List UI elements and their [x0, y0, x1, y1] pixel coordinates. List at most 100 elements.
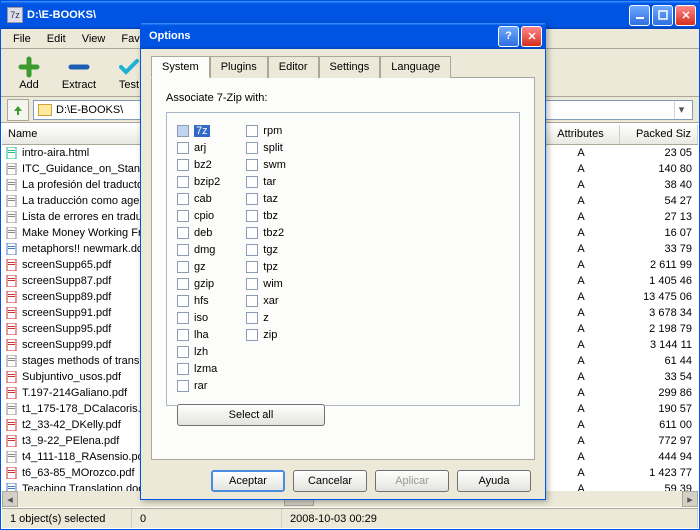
ext-item-zip[interactable]: zip — [246, 327, 286, 343]
ext-item-tgz[interactable]: tgz — [246, 242, 286, 258]
menu-view[interactable]: View — [74, 31, 114, 47]
menu-edit[interactable]: Edit — [39, 31, 74, 47]
statusbar: 1 object(s) selected 0 2008-10-03 00:29 — [2, 508, 698, 528]
ext-item-lha[interactable]: lha — [177, 327, 220, 343]
close-button[interactable] — [675, 5, 696, 26]
help-button[interactable]: Ayuda — [457, 470, 531, 492]
col-attributes[interactable]: Attributes — [542, 125, 620, 144]
checkbox[interactable] — [246, 278, 258, 290]
checkbox[interactable] — [177, 210, 189, 222]
ext-item-swm[interactable]: swm — [246, 157, 286, 173]
tab-settings[interactable]: Settings — [319, 56, 381, 78]
checkbox[interactable] — [177, 159, 189, 171]
checkbox[interactable] — [177, 363, 189, 375]
ext-item-lzma[interactable]: lzma — [177, 361, 220, 377]
checkbox[interactable] — [246, 227, 258, 239]
cancel-button[interactable]: Cancelar — [293, 470, 367, 492]
ext-item-7z[interactable]: 7z — [177, 123, 220, 139]
scroll-right-icon[interactable]: ▸ — [682, 491, 698, 507]
path-dropdown-icon[interactable]: ▾ — [674, 101, 688, 119]
file-packed: 2 611 99 — [620, 259, 698, 271]
ext-item-dmg[interactable]: dmg — [177, 242, 220, 258]
ext-item-split[interactable]: split — [246, 140, 286, 156]
checkbox[interactable] — [246, 142, 258, 154]
ext-item-hfs[interactable]: hfs — [177, 293, 220, 309]
ext-item-gz[interactable]: gz — [177, 259, 220, 275]
ext-item-cpio[interactable]: cpio — [177, 208, 220, 224]
ext-item-rpm[interactable]: rpm — [246, 123, 286, 139]
checkbox[interactable] — [246, 312, 258, 324]
checkbox[interactable] — [177, 244, 189, 256]
tab-editor[interactable]: Editor — [268, 56, 319, 78]
ext-item-bz2[interactable]: bz2 — [177, 157, 220, 173]
apply-button[interactable]: Aplicar — [375, 470, 449, 492]
file-attr: A — [542, 211, 620, 223]
checkbox[interactable] — [246, 159, 258, 171]
checkbox[interactable] — [177, 329, 189, 341]
file-attr: A — [542, 259, 620, 271]
dialog-help-button[interactable]: ? — [498, 26, 519, 47]
checkbox[interactable] — [246, 125, 258, 137]
ext-item-cab[interactable]: cab — [177, 191, 220, 207]
checkbox[interactable] — [177, 346, 189, 358]
ext-item-tbz[interactable]: tbz — [246, 208, 286, 224]
tab-language[interactable]: Language — [380, 56, 451, 78]
col-packed-size[interactable]: Packed Siz — [620, 125, 698, 144]
ext-item-tbz2[interactable]: tbz2 — [246, 225, 286, 241]
select-all-button[interactable]: Select all — [177, 404, 325, 426]
file-name: T.197-214Galiano.pdf — [22, 387, 127, 399]
checkbox[interactable] — [177, 125, 189, 137]
checkbox[interactable] — [177, 227, 189, 239]
checkbox[interactable] — [246, 329, 258, 341]
ext-item-taz[interactable]: taz — [246, 191, 286, 207]
checkbox[interactable] — [177, 193, 189, 205]
dialog-close-button[interactable] — [521, 26, 542, 47]
file-icon — [5, 243, 19, 255]
ext-item-xar[interactable]: xar — [246, 293, 286, 309]
maximize-button[interactable] — [652, 5, 673, 26]
ext-item-arj[interactable]: arj — [177, 140, 220, 156]
tab-plugins[interactable]: Plugins — [210, 56, 268, 78]
checkbox[interactable] — [177, 312, 189, 324]
checkbox[interactable] — [246, 295, 258, 307]
ext-label: z — [263, 312, 269, 324]
file-icon — [5, 323, 19, 335]
checkbox[interactable] — [246, 210, 258, 222]
associate-label: Associate 7-Zip with: — [166, 92, 520, 104]
checkbox[interactable] — [177, 261, 189, 273]
checkbox[interactable] — [246, 176, 258, 188]
file-icon — [5, 387, 19, 399]
extract-button[interactable]: Extract — [57, 53, 101, 93]
file-name: screenSupp87.pdf — [22, 275, 111, 287]
checkbox[interactable] — [246, 244, 258, 256]
ext-item-deb[interactable]: deb — [177, 225, 220, 241]
ext-item-lzh[interactable]: lzh — [177, 344, 220, 360]
checkbox[interactable] — [177, 278, 189, 290]
ext-item-gzip[interactable]: gzip — [177, 276, 220, 292]
scroll-left-icon[interactable]: ◂ — [2, 491, 18, 507]
minimize-button[interactable] — [629, 5, 650, 26]
up-button[interactable] — [7, 99, 29, 121]
checkbox[interactable] — [177, 295, 189, 307]
ext-label: swm — [263, 159, 286, 171]
checkbox[interactable] — [246, 261, 258, 273]
file-icon — [5, 435, 19, 447]
checkbox[interactable] — [177, 380, 189, 392]
ext-item-bzip2[interactable]: bzip2 — [177, 174, 220, 190]
ok-button[interactable]: Aceptar — [211, 470, 285, 492]
ext-item-tpz[interactable]: tpz — [246, 259, 286, 275]
checkbox[interactable] — [177, 176, 189, 188]
ext-item-wim[interactable]: wim — [246, 276, 286, 292]
ext-item-z[interactable]: z — [246, 310, 286, 326]
file-icon — [5, 179, 19, 191]
ext-item-iso[interactable]: iso — [177, 310, 220, 326]
ext-item-rar[interactable]: rar — [177, 378, 220, 394]
tab-system[interactable]: System — [151, 56, 210, 78]
add-button[interactable]: Add — [7, 53, 51, 93]
file-name: t4_111-118_RAsensio.pd — [22, 451, 144, 463]
ext-label: deb — [194, 227, 212, 239]
ext-item-tar[interactable]: tar — [246, 174, 286, 190]
menu-file[interactable]: File — [5, 31, 39, 47]
checkbox[interactable] — [246, 193, 258, 205]
checkbox[interactable] — [177, 142, 189, 154]
